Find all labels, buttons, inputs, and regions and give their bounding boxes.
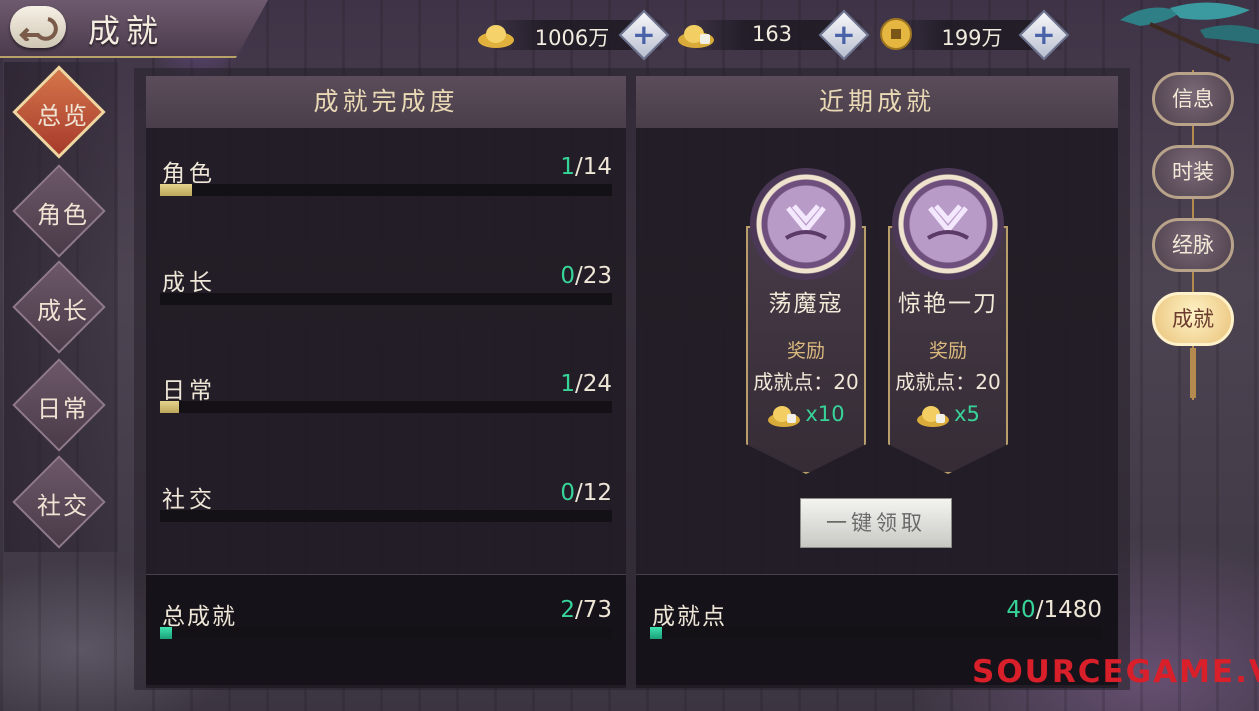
points-label: 成就点 [652, 604, 727, 630]
category-count: 0/23 [560, 263, 612, 289]
progress-bar [160, 184, 612, 196]
plus-icon: + [1032, 18, 1056, 51]
currency-value: 199万 [941, 26, 1003, 50]
category-count: 0/12 [560, 480, 612, 506]
category-name: 日常 [162, 378, 216, 404]
category-row-daily: 日常 1/24 [160, 371, 612, 421]
nav-label: 社交 [37, 492, 89, 520]
nav-label: 成长 [37, 297, 89, 325]
locked-ingot-icon [917, 406, 950, 427]
pine-tree-decoration [1120, 2, 1259, 62]
plus-icon: + [632, 18, 656, 51]
plus-icon: + [832, 18, 856, 51]
progress-bar [160, 293, 612, 305]
category-count: 1/24 [560, 371, 612, 397]
achievement-name: 荡魔寇 [768, 291, 844, 317]
nav-label: 角色 [37, 201, 89, 229]
achievement-card[interactable]: 惊艳一刀 奖励 成就点：20 x5 [888, 168, 1008, 474]
nav-label: 日常 [37, 395, 89, 423]
reward-points: 成就点：20 [895, 370, 1001, 394]
tab-info[interactable]: 信息 [1152, 72, 1234, 126]
locked-ingot-icon [678, 25, 714, 48]
locked-ingot-icon [768, 406, 801, 427]
reward-item: x5 [888, 402, 1008, 428]
category-nav: 总览 角色 成长 日常 社交 [4, 62, 118, 552]
achievement-card[interactable]: 荡魔寇 奖励 成就点：20 x10 [746, 168, 866, 474]
claim-all-button[interactable]: 一键领取 [800, 498, 952, 548]
progress-bar [650, 627, 1102, 639]
category-name: 社交 [162, 487, 216, 513]
progress-bar [160, 510, 612, 522]
total-count: 2/73 [560, 597, 612, 623]
watermark: SOURCEGAME.VN [972, 654, 1259, 690]
page-title: 成就 [88, 12, 165, 50]
panel-title: 近期成就 [636, 76, 1118, 128]
recent-achievements-panel: 近期成就 成就点 40/1480 [636, 76, 1118, 688]
currency-value: 163 [751, 22, 793, 46]
category-row-growth: 成长 0/23 [160, 263, 612, 313]
total-achievement-box: 总成就 2/73 [146, 574, 626, 685]
achievement-points-row: 成就点 40/1480 [650, 597, 1102, 647]
category-count: 1/14 [560, 154, 612, 180]
reward-label: 奖励 [786, 340, 825, 362]
progress-bar [160, 627, 612, 639]
gold-ingot-icon [478, 25, 514, 48]
achievement-name: 惊艳一刀 [898, 291, 998, 317]
currency-value: 1006万 [534, 26, 610, 50]
points-count: 40/1480 [1006, 597, 1102, 623]
panel-title: 成就完成度 [146, 76, 626, 128]
tab-meridian[interactable]: 经脉 [1152, 218, 1234, 272]
achievement-medal-icon [892, 168, 1004, 280]
total-label: 总成就 [162, 604, 237, 630]
achievement-medal-icon [750, 168, 862, 280]
reward-points: 成就点：20 [753, 370, 859, 394]
back-arrow-icon [19, 17, 58, 41]
tassel-decoration [1190, 348, 1196, 398]
reward-item: x10 [746, 402, 866, 428]
copper-coin-icon [880, 18, 912, 50]
category-row-character: 角色 1/14 [160, 154, 612, 204]
category-row-social: 社交 0/12 [160, 480, 612, 530]
progress-bar [160, 401, 612, 413]
tab-fashion[interactable]: 时装 [1152, 145, 1234, 199]
tab-achievement[interactable]: 成就 [1152, 292, 1234, 346]
reward-label: 奖励 [928, 340, 967, 362]
back-button[interactable] [10, 6, 66, 48]
total-achievement-row: 总成就 2/73 [160, 597, 612, 647]
completion-panel: 成就完成度 角色 1/14 成长 0/23 日常 1/24 社交 0/12 总成… [146, 76, 626, 688]
category-name: 角色 [162, 161, 216, 187]
nav-label: 总览 [37, 102, 89, 130]
category-name: 成长 [162, 270, 216, 296]
